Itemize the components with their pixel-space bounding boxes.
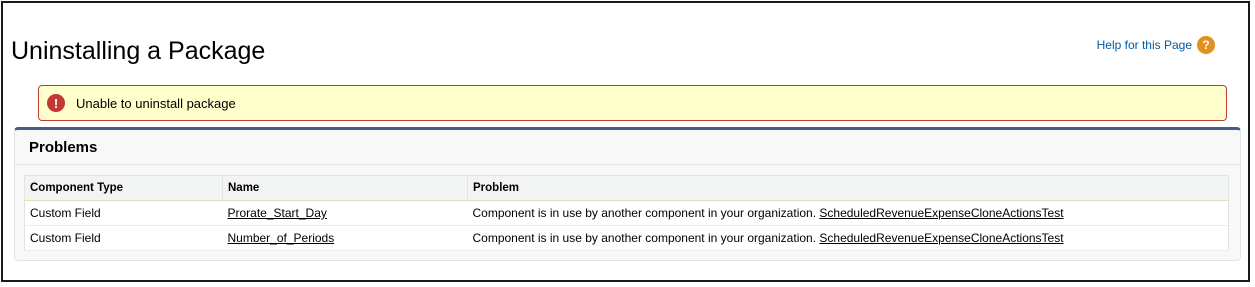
panel-divider bbox=[15, 164, 1240, 165]
column-header-component-type: Component Type bbox=[24, 175, 223, 201]
column-header-problem: Problem bbox=[467, 175, 1229, 201]
table-row: Custom Field Prorate_Start_Day Component… bbox=[24, 200, 1229, 226]
problem-text: Component is in use by another component… bbox=[472, 231, 817, 245]
error-message: Unable to uninstall package bbox=[76, 95, 236, 111]
problems-panel: Problems Component Type Name Problem Cus… bbox=[14, 127, 1241, 261]
problem-cell: Component is in use by another component… bbox=[467, 225, 1229, 251]
page-title: Uninstalling a Package bbox=[11, 37, 266, 65]
error-icon: ! bbox=[47, 94, 65, 112]
panel-title: Problems bbox=[29, 139, 98, 156]
error-banner: ! Unable to uninstall package bbox=[38, 85, 1227, 121]
help-area: Help for this Page ? bbox=[1097, 36, 1215, 54]
component-name-link[interactable]: Prorate_Start_Day bbox=[228, 206, 327, 220]
problem-cell: Component is in use by another component… bbox=[467, 200, 1229, 226]
question-icon[interactable]: ? bbox=[1197, 36, 1215, 54]
table-row: Custom Field Number_of_Periods Component… bbox=[24, 225, 1229, 251]
problem-component-link[interactable]: ScheduledRevenueExpenseCloneActionsTest bbox=[819, 206, 1063, 220]
name-cell: Number_of_Periods bbox=[222, 225, 468, 251]
problems-table: Component Type Name Problem Custom Field… bbox=[24, 175, 1229, 251]
help-link[interactable]: Help for this Page bbox=[1097, 38, 1192, 52]
column-header-name: Name bbox=[222, 175, 468, 201]
problem-component-link[interactable]: ScheduledRevenueExpenseCloneActionsTest bbox=[819, 231, 1063, 245]
name-cell: Prorate_Start_Day bbox=[222, 200, 468, 226]
problem-text: Component is in use by another component… bbox=[472, 206, 817, 220]
table-header-row: Component Type Name Problem bbox=[24, 175, 1229, 201]
page-frame: Uninstalling a Package Help for this Pag… bbox=[1, 1, 1250, 282]
component-type-cell: Custom Field bbox=[24, 200, 223, 226]
component-type-cell: Custom Field bbox=[24, 225, 223, 251]
component-name-link[interactable]: Number_of_Periods bbox=[228, 231, 335, 245]
